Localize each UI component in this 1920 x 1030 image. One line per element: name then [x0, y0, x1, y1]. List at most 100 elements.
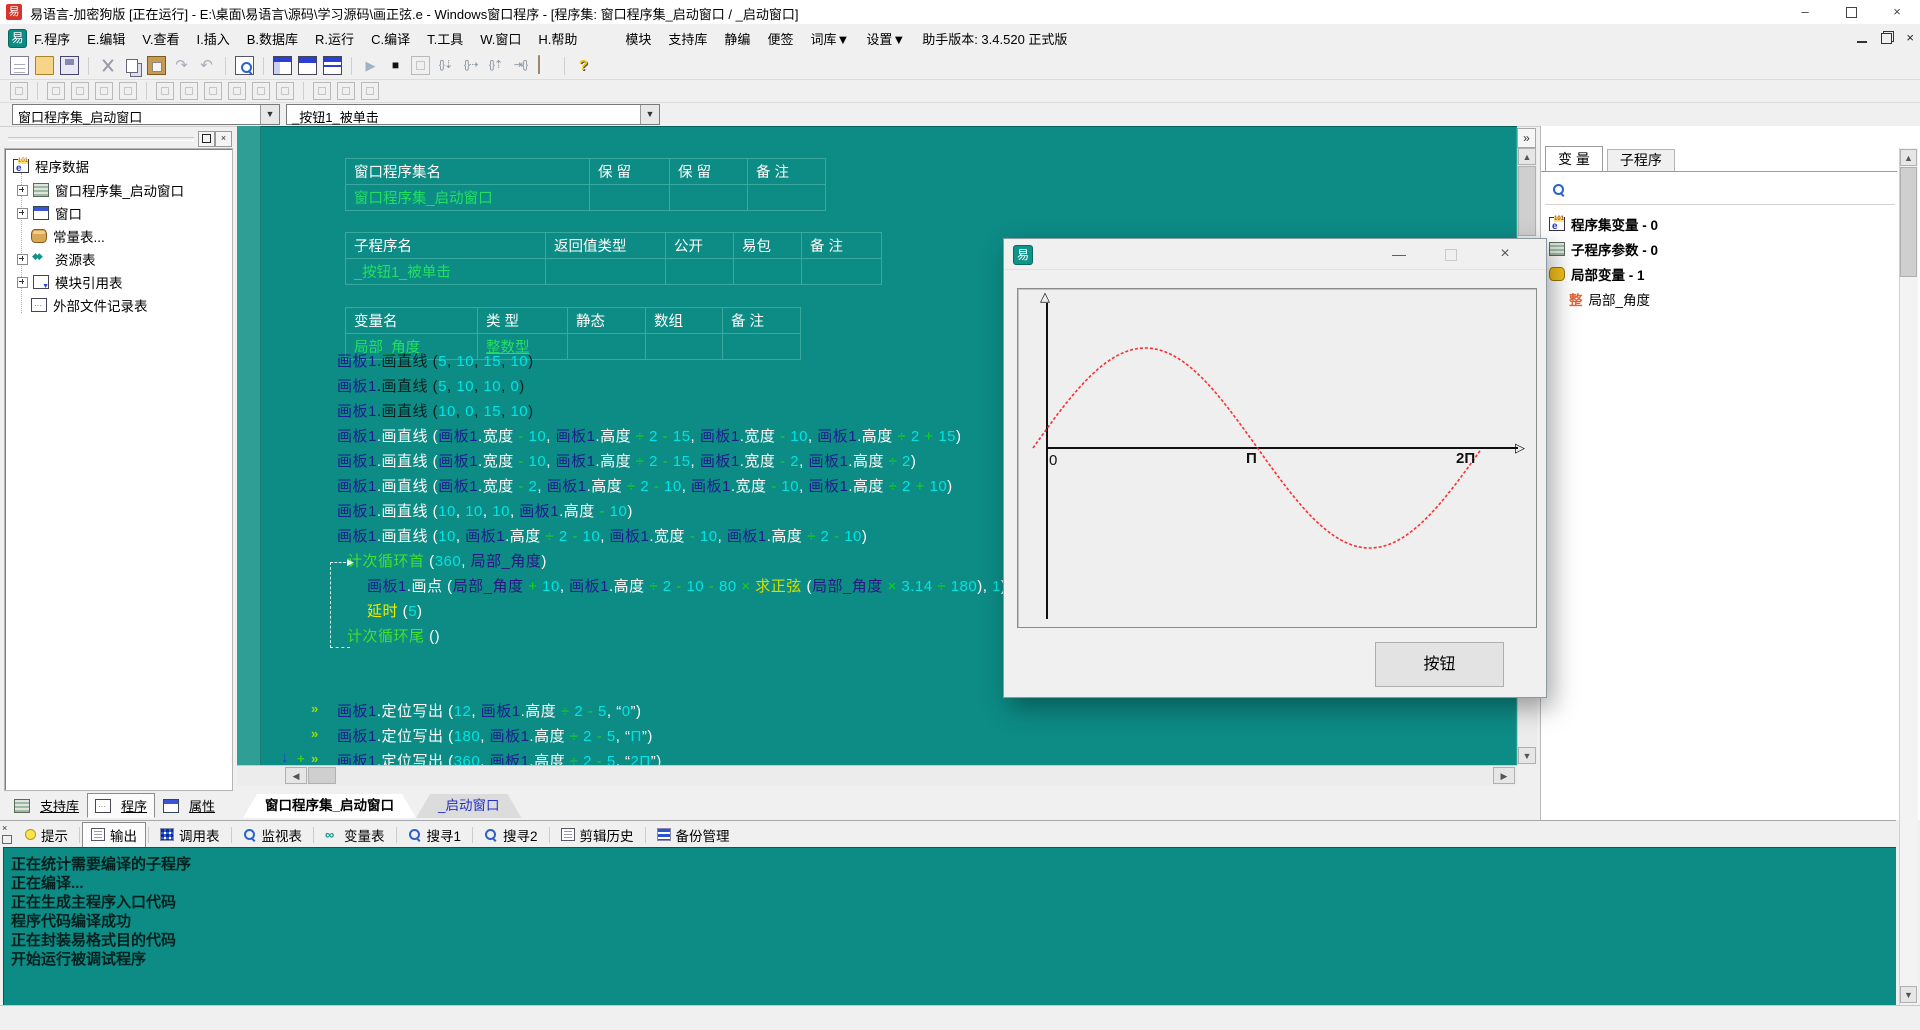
panel-collapse-button[interactable]: » — [1517, 128, 1536, 148]
tab-变量表[interactable]: ∞变量表 — [316, 822, 394, 848]
close-panel-icon[interactable]: × — [2, 823, 14, 833]
routine-combo[interactable]: _按钮1_被单击 ▼ — [286, 104, 660, 125]
run-window-button[interactable]: 按钮 — [1375, 642, 1504, 687]
code-line[interactable]: 画板1.画直线 (画板1.宽度 - 10, 画板1.高度 ÷ 2 - 15, 画… — [337, 425, 962, 446]
menu-B.数据库[interactable]: B.数据库 — [247, 29, 298, 48]
toolbar-same-height-icon[interactable] — [276, 82, 294, 100]
file-tab-窗口程序集_启动窗口[interactable]: 窗口程序集_启动窗口 — [243, 794, 416, 818]
table-value-cell[interactable] — [670, 185, 748, 211]
scroll-down-icon[interactable]: ▼ — [1518, 747, 1536, 764]
tree-item-资源表[interactable]: 资源表 — [17, 248, 96, 270]
table-value-cell[interactable] — [646, 334, 723, 360]
menu-I.插入[interactable]: I.插入 — [197, 29, 230, 48]
tab-剪辑历史[interactable]: 剪辑历史 — [552, 822, 643, 848]
toolbar-win-top-icon[interactable] — [298, 56, 317, 75]
table-value-cell[interactable] — [568, 334, 646, 360]
scroll-down-icon[interactable]: ▼ — [1900, 986, 1917, 1003]
toolbar-form-grid-icon[interactable] — [10, 82, 28, 100]
minimize-button[interactable]: – — [1782, 0, 1828, 24]
mdi-close-icon[interactable]: × — [1906, 31, 1914, 45]
toolbar-align-top-icon[interactable] — [95, 82, 113, 100]
panel-close-button[interactable]: × — [215, 131, 232, 147]
panel-float-button[interactable] — [198, 131, 215, 147]
tab-变 量[interactable]: 变 量 — [1545, 146, 1603, 171]
scroll-up-icon[interactable]: ▲ — [1518, 148, 1536, 165]
toolbar-undo-icon[interactable]: ↶ — [197, 56, 216, 75]
variables-tree-item[interactable]: 局部变量 - 1 — [1549, 262, 1645, 286]
table-value-cell[interactable]: _按钮1_被单击 — [346, 259, 546, 285]
code-line[interactable]: 画板1.画直线 (5, 10, 10, 0) — [337, 375, 525, 396]
table-value-cell[interactable] — [748, 185, 826, 211]
menu-支持库[interactable]: 支持库 — [668, 29, 707, 48]
tree-item-常量表...[interactable]: 常量表... — [17, 225, 105, 247]
variables-tree-item[interactable]: 整局部_角度 — [1569, 287, 1650, 311]
table-value-cell[interactable] — [802, 259, 882, 285]
run-maximize-button[interactable] — [1428, 239, 1474, 269]
tree-item-窗口[interactable]: 窗口 — [17, 202, 82, 224]
toolbar-find-icon[interactable] — [235, 56, 254, 75]
run-minimize-button[interactable]: — — [1376, 239, 1422, 269]
close-button[interactable]: × — [1874, 0, 1920, 24]
tab-调用表[interactable]: 调用表 — [151, 822, 229, 848]
variables-tree-item[interactable]: 子程序参数 - 0 — [1549, 237, 1658, 261]
tab-监视表[interactable]: 监视表 — [234, 822, 312, 848]
menu-E.编辑[interactable]: E.编辑 — [87, 29, 125, 48]
code-line[interactable]: 画板1.画直线 (画板1.宽度 - 2, 画板1.高度 ÷ 2 - 10, 画板… — [337, 475, 953, 496]
toolbar-copy-icon[interactable] — [126, 59, 138, 73]
code-line[interactable]: 计次循环尾 () — [347, 625, 440, 646]
maximize-button[interactable] — [1828, 0, 1874, 24]
code-horizontal-scrollbar[interactable]: ◀ ▶ — [237, 765, 1517, 786]
code-line[interactable]: 画板1.画直线 (画板1.宽度 - 10, 画板1.高度 ÷ 2 - 15, 画… — [337, 450, 916, 471]
variable-search-box[interactable] — [1545, 176, 1895, 205]
tab-程序[interactable]: 程序 — [87, 793, 155, 818]
code-line[interactable]: 延时 (5) — [367, 600, 423, 621]
expand-plus-icon[interactable] — [17, 254, 28, 265]
menu-设置▼[interactable]: 设置▼ — [866, 29, 905, 48]
scroll-thumb[interactable] — [1900, 167, 1917, 277]
code-line[interactable]: 画板1.画点 (局部_角度 + 10, 画板1.高度 ÷ 2 - 10 - 80… — [367, 575, 1006, 596]
toolbar-fit-height-icon[interactable] — [337, 82, 355, 100]
toolbar-open-icon[interactable] — [35, 56, 54, 75]
toolbar-stop-icon[interactable]: ■ — [386, 56, 405, 75]
code-line[interactable]: 画板1.定位写出 (360, 画板1.高度 ÷ 2 - 5, “2Π”) — [337, 750, 662, 765]
code-line[interactable]: 画板1.画直线 (5, 10, 15, 10) — [337, 350, 534, 371]
output-console[interactable]: 正在统计需要编译的子程序正在编译...正在生成主程序入口代码程序代码编译成功正在… — [3, 847, 1896, 1005]
scroll-thumb[interactable] — [308, 767, 336, 784]
menu-模块[interactable]: 模块 — [625, 29, 651, 48]
toolbar-step-exit-icon[interactable]: ⇥{} — [511, 56, 530, 75]
menu-V.查看[interactable]: V.查看 — [142, 29, 179, 48]
tab-属性[interactable]: 属性 — [155, 793, 223, 818]
toolbar-center-vert-icon[interactable] — [180, 82, 198, 100]
table-value-cell[interactable] — [666, 259, 734, 285]
tab-备份管理[interactable]: 备份管理 — [648, 822, 739, 848]
tree-item-窗口程序集_启动窗口[interactable]: 窗口程序集_启动窗口 — [17, 179, 184, 201]
menu-H.帮助[interactable]: H.帮助 — [538, 29, 577, 48]
toolbar-cut-icon[interactable] — [98, 56, 117, 75]
toolbar-space-across-icon[interactable] — [204, 82, 222, 100]
toolbar-step-into-icon[interactable]: {}⇣ — [436, 56, 455, 75]
toolbar-win-left-icon[interactable] — [273, 56, 292, 75]
scroll-left-icon[interactable]: ◀ — [285, 767, 307, 784]
toolbar-save-icon[interactable] — [60, 56, 79, 75]
toolbar-step-out-icon[interactable]: {}⇡ — [486, 56, 505, 75]
toolbar-paste-icon[interactable] — [147, 56, 166, 75]
menu-W.窗口[interactable]: W.窗口 — [480, 29, 521, 48]
toolbar-step-over-icon[interactable]: {}⇢ — [461, 56, 480, 75]
dock-panel-icon[interactable] — [2, 835, 12, 844]
table-value-cell[interactable] — [734, 259, 802, 285]
menu-静编[interactable]: 静编 — [724, 29, 750, 48]
toolbar-pause-hand-icon[interactable] — [536, 56, 555, 75]
tab-支持库[interactable]: 支持库 — [6, 793, 87, 818]
toolbar-redo-icon[interactable]: ↷ — [172, 56, 191, 75]
tab-子程序[interactable]: 子程序 — [1607, 149, 1675, 171]
table-value-cell[interactable] — [590, 185, 670, 211]
toolbar-win-grid-icon[interactable] — [323, 56, 342, 75]
expand-plus-icon[interactable] — [17, 208, 28, 219]
menu-F.程序[interactable]: F.程序 — [34, 29, 70, 48]
scroll-right-icon[interactable]: ▶ — [1493, 767, 1515, 784]
menu-C.编译[interactable]: C.编译 — [371, 29, 410, 48]
tree-root-program-data[interactable]: 程序数据 — [13, 155, 89, 177]
tab-搜寻2[interactable]: 搜寻2 — [475, 822, 547, 848]
scroll-up-icon[interactable]: ▲ — [1900, 149, 1917, 166]
mdi-minimize-icon[interactable] — [1857, 41, 1867, 43]
